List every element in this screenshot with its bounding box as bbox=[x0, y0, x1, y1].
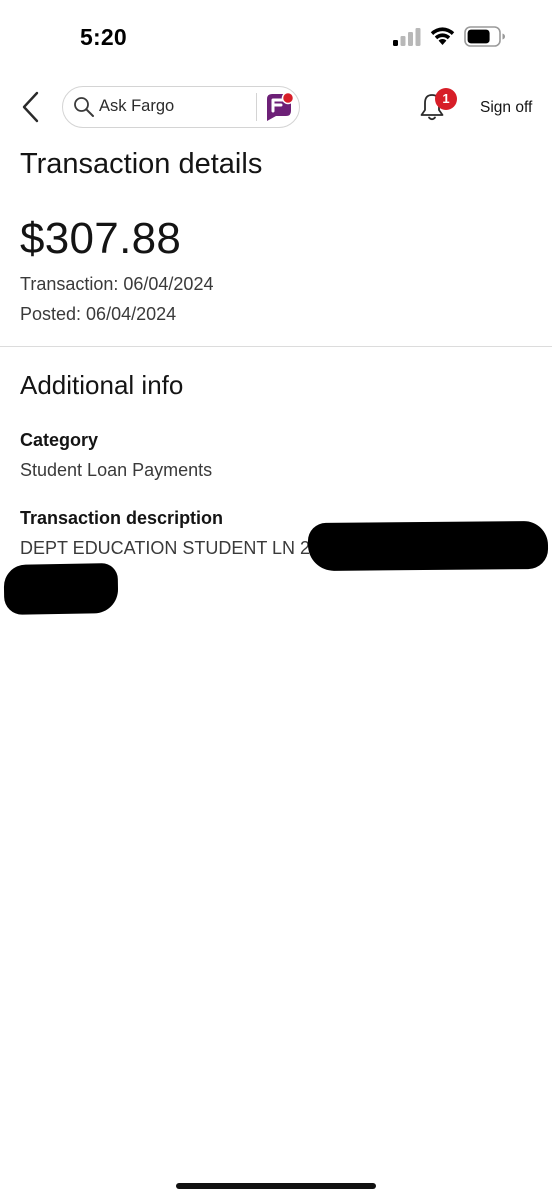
battery-icon bbox=[464, 26, 505, 47]
posted-date: Posted: 06/04/2024 bbox=[20, 304, 177, 324]
cellular-signal-icon bbox=[393, 28, 421, 46]
transaction-date: Transaction: 06/04/2024 bbox=[20, 274, 214, 294]
description-label: Transaction description bbox=[20, 508, 224, 528]
category-value: Student Loan Payments bbox=[20, 460, 213, 480]
redaction-mark bbox=[3, 563, 119, 615]
fargo-logo-icon[interactable] bbox=[263, 91, 295, 123]
app-header: Ask Fargo 1 Sign off bbox=[0, 84, 552, 132]
status-bar: 5:20 bbox=[0, 0, 552, 70]
search-label: Ask Fargo bbox=[99, 97, 175, 115]
wifi-icon bbox=[430, 27, 455, 45]
search-icon bbox=[74, 97, 94, 117]
category-label: Category bbox=[20, 430, 99, 450]
notification-badge: 1 bbox=[435, 88, 457, 110]
home-indicator[interactable] bbox=[176, 1183, 376, 1189]
additional-info-title: Additional info bbox=[20, 370, 184, 400]
notifications-button[interactable]: 1 bbox=[418, 88, 457, 124]
sign-off-link[interactable]: Sign off bbox=[480, 99, 532, 117]
description-value: DEPT EDUCATION STUDENT LN 24 bbox=[20, 538, 321, 558]
section-divider bbox=[0, 346, 552, 347]
search-divider bbox=[256, 93, 257, 121]
transaction-amount: $307.88 bbox=[20, 214, 182, 263]
chevron-left-icon bbox=[22, 91, 39, 123]
back-button[interactable] bbox=[18, 90, 44, 124]
redaction-mark bbox=[330, 530, 390, 562]
page-title: Transaction details bbox=[20, 148, 263, 180]
ask-fargo-search[interactable]: Ask Fargo bbox=[62, 86, 300, 128]
status-time: 5:20 bbox=[80, 24, 127, 50]
